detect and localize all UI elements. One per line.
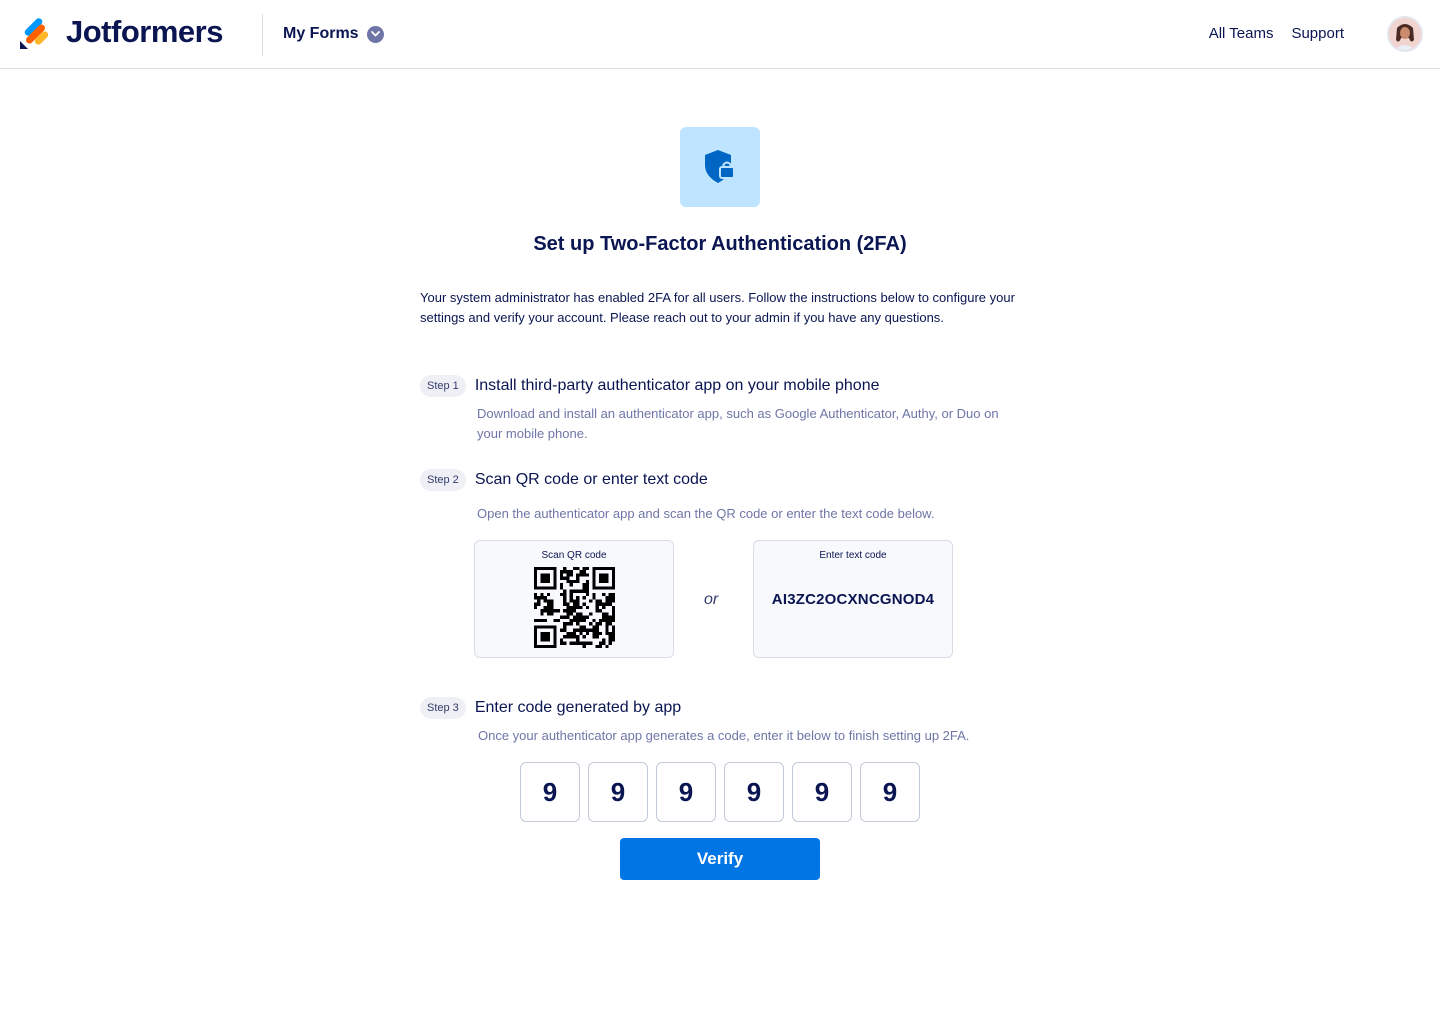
support-link[interactable]: Support [1291, 25, 1344, 42]
step-title: Install third-party authenticator app on… [474, 377, 880, 394]
otp-digit-4[interactable] [724, 762, 784, 822]
intro-text: Your system administrator has enabled 2F… [420, 290, 1015, 325]
avatar[interactable] [1387, 16, 1423, 52]
text-code-box: Enter text code AI3ZC2OCXNCGNOD4 [753, 540, 953, 658]
step-badge: Step 2 [420, 469, 466, 491]
otp-digit-3[interactable] [656, 762, 716, 822]
or-separator: or [704, 591, 719, 608]
my-forms-dropdown[interactable]: My Forms [283, 25, 384, 43]
otp-digit-1[interactable] [520, 762, 580, 822]
otp-digit-2[interactable] [588, 762, 648, 822]
shield-lock-tile [680, 127, 760, 207]
user-avatar-icon [1389, 18, 1421, 50]
step-2-header: Step 2 Scan QR code or enter text code [420, 469, 708, 491]
verify-button[interactable]: Verify [620, 838, 820, 880]
otp-digit-5[interactable] [792, 762, 852, 822]
shield-lock-icon [705, 150, 735, 183]
step-3-header: Step 3 Enter code generated by app [420, 697, 681, 719]
step-title: Enter code generated by app [474, 699, 682, 716]
text-code-label: Enter text code [819, 550, 887, 561]
text-code-value[interactable]: AI3ZC2OCXNCGNOD4 [754, 591, 952, 608]
qr-code-label: Scan QR code [541, 550, 607, 561]
qr-code-box: Scan QR code [474, 540, 674, 658]
step-description: Once your authenticator app generates a … [478, 728, 970, 743]
header-divider [262, 14, 263, 56]
step-title: Scan QR code or enter text code [474, 471, 708, 488]
step-description: Open the authenticator app and scan the … [477, 506, 935, 521]
all-teams-link[interactable]: All Teams [1209, 25, 1274, 42]
chevron-down-icon [366, 25, 384, 43]
step-description: Download and install an authenticator ap… [477, 406, 999, 441]
header-nav: All Teams Support [1209, 25, 1344, 42]
qr-code-image [534, 567, 615, 648]
brand-name[interactable]: Jotformers [66, 14, 223, 50]
top-navbar: Jotformers My Forms All Teams Support [0, 0, 1440, 69]
step-1-header: Step 1 Install third-party authenticator… [420, 375, 880, 397]
otp-digit-6[interactable] [860, 762, 920, 822]
page-title: Set up Two-Factor Authentication (2FA) [533, 233, 907, 255]
step-badge: Step 3 [420, 697, 466, 719]
step-badge: Step 1 [420, 375, 466, 397]
my-forms-label: My Forms [283, 25, 359, 42]
jotform-logo-icon[interactable] [18, 18, 50, 50]
